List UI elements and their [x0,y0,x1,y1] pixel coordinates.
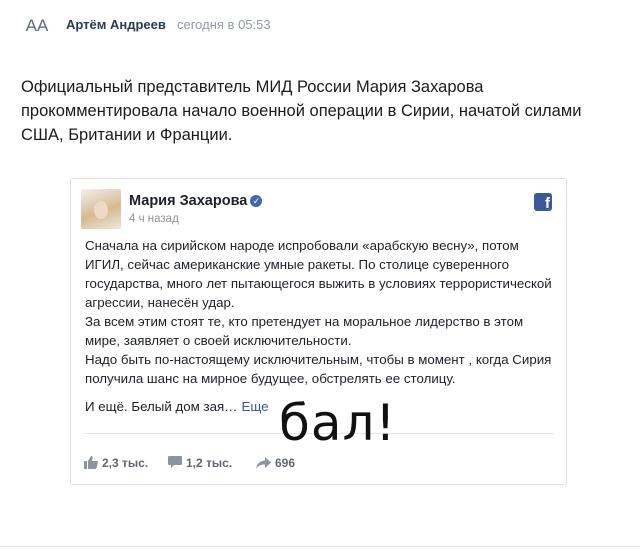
thumbs-up-icon [84,456,98,469]
embed-paragraph: За всем этим стоят те, кто претендует на… [85,314,524,348]
share-icon [256,457,271,469]
likes-count: 2,3 тыс. [102,456,149,470]
facebook-logo-icon[interactable]: f [534,193,552,211]
embed-time[interactable]: 4 ч назад [129,213,179,225]
shares-count: 696 [275,456,296,470]
handwritten-overlay-text: бал! [279,394,397,452]
embed-text: Сначала на сирийском народе испробовали … [85,236,555,416]
embed-author-name[interactable]: Мария Захарова ✓ [129,193,263,209]
verified-badge-icon: ✓ [250,195,263,207]
see-more-link[interactable]: Еще [241,399,268,414]
comments-stat[interactable]: 1,2 тыс. [168,456,232,470]
shares-stat[interactable]: 696 [256,456,295,470]
embed-paragraph: Сначала на сирийском народе испробовали … [85,238,552,310]
embed-paragraph: Надо быть по-настоящему исключительным, … [85,352,552,386]
embed-author-label: Мария Захарова [129,193,248,209]
post-text: Официальный представитель МИД России Мар… [21,78,582,144]
post-time[interactable]: сегодня в 05:53 [177,17,271,32]
comment-icon [168,456,182,468]
likes-stat[interactable]: 2,3 тыс. [84,456,148,470]
author-avatar[interactable]: AA [22,11,52,41]
author-name[interactable]: Артём Андреев [66,17,166,32]
bottom-divider [0,546,640,547]
truncated-text: И ещё. Белый дом зая… [85,399,238,414]
comments-count: 1,2 тыс. [186,456,233,470]
profile-photo[interactable] [81,189,121,229]
